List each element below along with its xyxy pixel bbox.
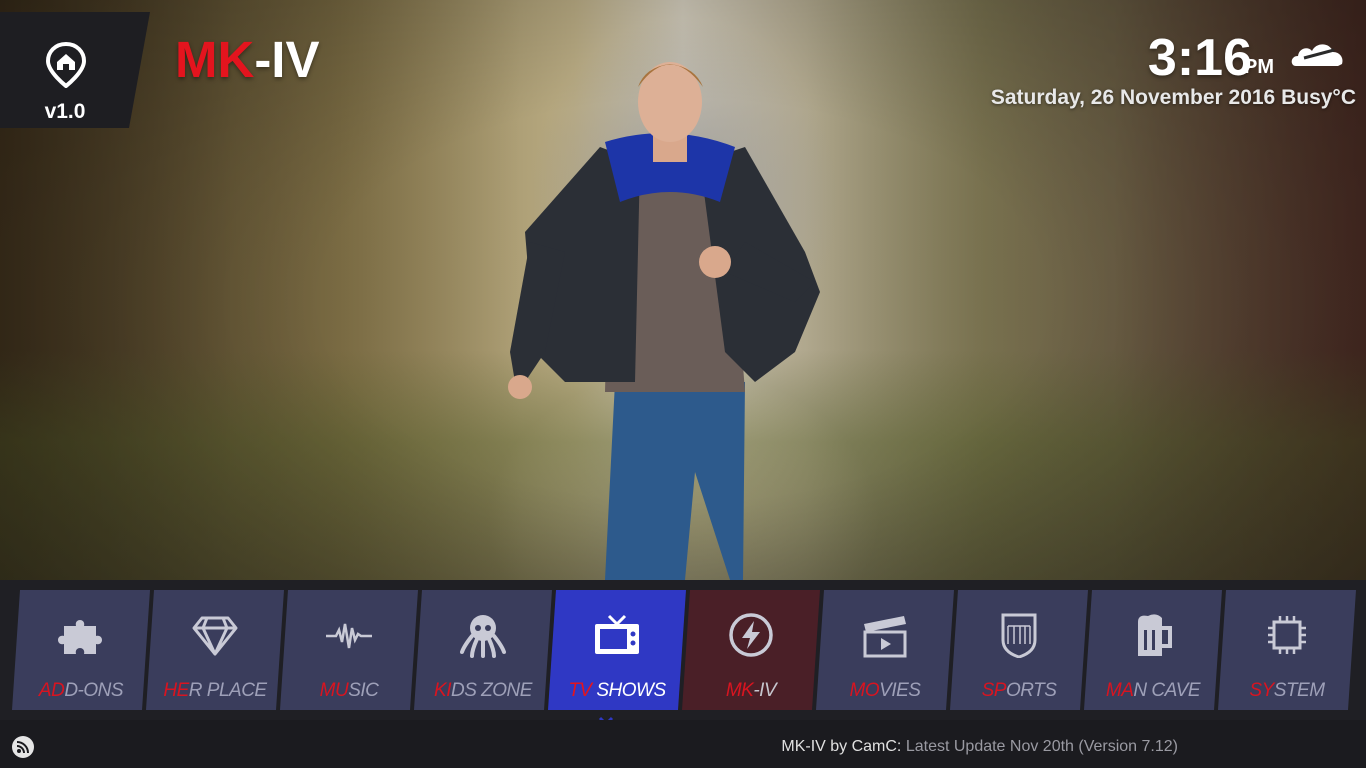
menu-item-kids-zone[interactable]: KIDS ZONE	[414, 590, 552, 710]
menu-item-sports[interactable]: SPORTS	[950, 590, 1088, 710]
diamond-icon	[190, 612, 240, 658]
clock: 3:16 PM	[1024, 28, 1344, 88]
brand-title-part1: MK	[175, 31, 255, 88]
lightning-icon	[726, 612, 776, 658]
version-label: v1.0	[44, 100, 86, 123]
octopus-icon	[458, 612, 508, 658]
home-badge[interactable]: v1.0	[0, 12, 150, 128]
menu-item-system[interactable]: SYSTEM	[1218, 590, 1356, 710]
menu-item-her-place[interactable]: HER PLACE	[146, 590, 284, 710]
cloud-icon	[1291, 44, 1343, 66]
brand-title: MK-IV	[175, 30, 320, 89]
main-menu-bar: ADD-ONS HER PLACE MUSIC KIDS ZONE TV SHO…	[0, 580, 1366, 720]
beer-mug-icon	[1128, 612, 1178, 658]
nfl-shield-icon	[994, 612, 1044, 658]
home-icon[interactable]	[46, 42, 86, 88]
clapperboard-icon	[860, 612, 910, 658]
running-man-image	[508, 62, 820, 580]
footer-bar: MK-IV by CamC: Latest Update Nov 20th (V…	[0, 720, 1366, 768]
menu-item-addons[interactable]: ADD-ONS	[12, 590, 150, 710]
tv-icon	[592, 612, 642, 658]
menu-item-movies[interactable]: MOVIES	[816, 590, 954, 710]
brand-title-part2: -IV	[254, 31, 320, 88]
rss-icon[interactable]	[12, 736, 34, 758]
waveform-icon	[324, 612, 374, 658]
clock-ampm: PM	[1244, 56, 1274, 78]
menu-item-music[interactable]: MUSIC	[280, 590, 418, 710]
main-menu: ADD-ONS HER PLACE MUSIC KIDS ZONE TV SHO…	[12, 590, 1366, 710]
clock-time: 3:16	[1147, 29, 1252, 87]
menu-item-tv-shows[interactable]: TV SHOWS	[548, 590, 686, 710]
menu-item-man-cave[interactable]: MAN CAVE	[1084, 590, 1222, 710]
cpu-icon	[1262, 612, 1312, 658]
footer-info-text: MK-IV by CamC: Latest Update Nov 20th (V…	[781, 738, 1178, 755]
puzzle-icon	[56, 612, 106, 658]
menu-item-mk-iv[interactable]: MK-IV	[682, 590, 820, 710]
date-label: Saturday, 26 November 2016 Busy°C	[990, 86, 1356, 109]
